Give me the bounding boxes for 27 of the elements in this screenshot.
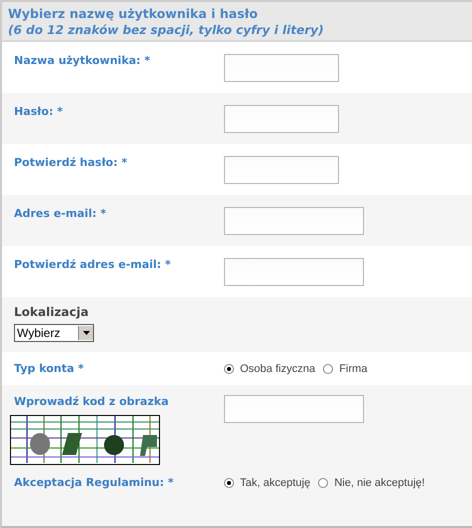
- radio-option[interactable]: Osoba fizyczna: [224, 363, 316, 375]
- field-label: Hasło: *: [14, 105, 64, 119]
- radio-option[interactable]: Firma: [323, 363, 368, 375]
- field-label: Akceptacja Regulaminu: *: [14, 476, 175, 490]
- input-field[interactable]: [224, 156, 339, 184]
- section-title: Wybierz nazwę użytkownika i hasło: [8, 6, 259, 22]
- field-label: Nazwa użytkownika: *: [14, 54, 152, 68]
- field-label: Typ konta *: [14, 362, 85, 376]
- radio-option[interactable]: Tak, akceptuję: [224, 477, 310, 489]
- input-field[interactable]: [224, 54, 339, 82]
- field-label: Potwierdź adres e-mail: *: [14, 258, 172, 272]
- field-label: Wprowadź kod z obrazka: [14, 395, 170, 409]
- input-field[interactable]: [224, 258, 364, 286]
- input-field[interactable]: [224, 105, 339, 133]
- input-field[interactable]: [224, 395, 364, 423]
- radio-button[interactable]: [318, 478, 328, 488]
- radio-option[interactable]: Nie, nie akceptuję!: [318, 477, 425, 489]
- dropdown[interactable]: Wybierz: [14, 324, 94, 342]
- radio-button[interactable]: [323, 364, 334, 374]
- radio-button[interactable]: [224, 478, 234, 488]
- radio-button[interactable]: [224, 364, 234, 374]
- input-field[interactable]: [224, 207, 364, 235]
- caret-icon: [82, 331, 90, 335]
- field-label: Potwierdź hasło: *: [14, 156, 128, 170]
- section-subtitle: (6 do 12 znaków bez spacji, tylko cyfry i litery): [8, 22, 325, 38]
- field-label: Lokalizacja: [14, 305, 90, 319]
- field-label: Adres e-mail: *: [14, 207, 108, 221]
